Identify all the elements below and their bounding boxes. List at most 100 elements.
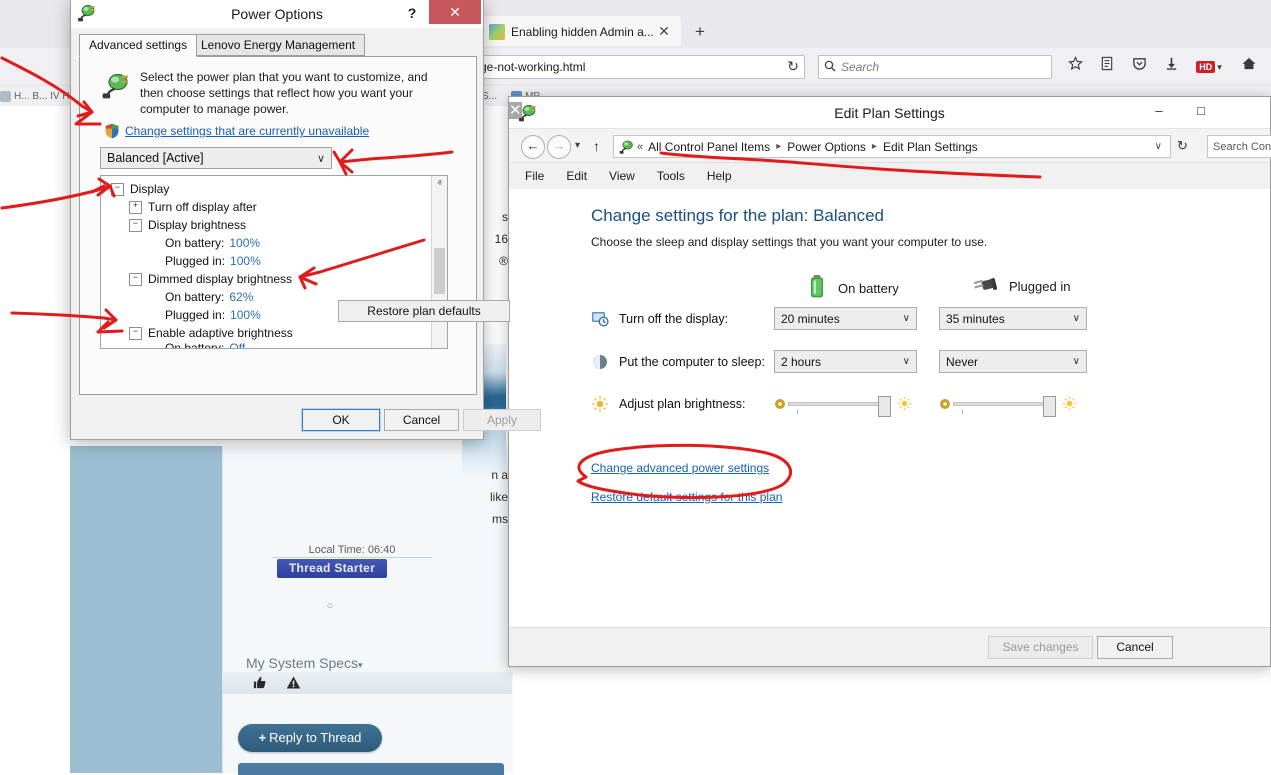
tab-lenovo-energy-management[interactable]: Lenovo Energy Management xyxy=(191,34,365,56)
close-button[interactable]: ✕ xyxy=(429,0,481,24)
turn-off-display-on-battery-dropdown[interactable]: 20 minutes ∨ xyxy=(774,307,917,330)
tree-expander-icon[interactable]: − xyxy=(129,219,142,232)
reply-to-thread-button[interactable]: + Reply to Thread xyxy=(238,724,382,752)
menu-item-view[interactable]: View xyxy=(609,169,635,183)
cancel-button[interactable]: Cancel xyxy=(384,409,459,431)
scroll-down-icon[interactable]: ⱟ xyxy=(432,332,447,348)
tree-node-adaptive-on-battery[interactable]: On battery: Off xyxy=(165,342,448,349)
minimize-button[interactable]: – xyxy=(1138,97,1180,125)
breadcrumb-item-edit-plan-settings[interactable]: Edit Plan Settings xyxy=(883,140,978,154)
tab-favicon-icon xyxy=(489,24,505,40)
tab-close-icon[interactable]: ✕ xyxy=(655,23,673,41)
browser-tab[interactable]: Enabling hidden Admin a... xyxy=(483,16,681,46)
tree-node-enable-adaptive-brightness[interactable]: − Enable adaptive brightness xyxy=(129,324,448,342)
brightness-slider-on-battery[interactable] xyxy=(774,396,912,411)
tree-node-label: Plugged in: xyxy=(165,254,225,268)
menu-item-help[interactable]: Help xyxy=(707,169,732,183)
refresh-icon[interactable]: ↻ xyxy=(1177,138,1188,154)
sleep-on-battery-dropdown[interactable]: 2 hours ∨ xyxy=(774,350,917,373)
tree-node-label: Display xyxy=(130,182,169,196)
star-icon[interactable] xyxy=(1064,56,1086,78)
save-changes-button[interactable]: Save changes xyxy=(988,636,1093,659)
tree-scrollbar-thumb[interactable] xyxy=(434,248,445,294)
breadcrumb-history-dropdown-icon[interactable]: ∨ xyxy=(1155,141,1166,152)
forward-button[interactable]: → xyxy=(547,135,571,159)
tree-node-value[interactable]: 100% xyxy=(229,236,260,250)
brightness-slider-plugged-in[interactable] xyxy=(939,396,1077,411)
change-settings-unavailable-link[interactable]: Change settings that are currently unava… xyxy=(125,124,369,138)
cancel-button[interactable]: Cancel xyxy=(1097,636,1173,659)
hd-badge-icon[interactable]: HD ▾ xyxy=(1192,56,1226,78)
dropdown-value: Never xyxy=(946,355,978,369)
tree-node-value[interactable]: 100% xyxy=(230,308,261,322)
breadcrumb-item-all-control-panel-items[interactable]: All Control Panel Items xyxy=(648,140,770,154)
brightness-sun-icon xyxy=(591,395,609,413)
page-fragment: ms xyxy=(462,508,508,530)
page-text-fragment-right: n a like ms xyxy=(462,464,512,534)
tree-node-display-brightness[interactable]: − Display brightness xyxy=(129,216,448,234)
restore-default-settings-link[interactable]: Restore default settings for this plan xyxy=(591,490,782,504)
tree-node-label: On battery: xyxy=(165,236,224,250)
url-bar[interactable]: ge-not-working.html xyxy=(475,55,805,79)
tree-node-turn-off-display-after[interactable]: + Turn off display after xyxy=(129,198,448,216)
tree-expander-icon[interactable]: + xyxy=(129,201,142,214)
breadcrumb-overflow-icon[interactable]: « xyxy=(637,141,643,153)
tree-node-display[interactable]: − Display xyxy=(111,180,441,198)
restore-plan-defaults-button[interactable]: Restore plan defaults xyxy=(338,300,510,322)
up-one-level-button[interactable]: ↑ xyxy=(593,138,600,154)
search-bar[interactable]: Search xyxy=(818,55,1052,79)
reload-icon[interactable]: ↻ xyxy=(783,57,803,77)
recent-locations-dropdown-icon[interactable]: ▾ xyxy=(575,140,580,151)
search-placeholder: Search xyxy=(841,60,879,74)
tree-node-value[interactable]: 62% xyxy=(229,290,253,304)
tab-advanced-settings[interactable]: Advanced settings xyxy=(79,34,197,57)
turn-off-display-plugged-in-dropdown[interactable]: 35 minutes ∨ xyxy=(939,307,1087,330)
breadcrumb-item-power-options[interactable]: Power Options xyxy=(787,140,866,154)
ok-button[interactable]: OK xyxy=(302,409,380,431)
control-panel-search-input[interactable]: Search Control ... xyxy=(1207,135,1271,158)
menu-item-file[interactable]: File xyxy=(525,169,544,183)
tree-expander-icon[interactable]: − xyxy=(129,327,142,340)
brightness-slider-track[interactable] xyxy=(788,402,890,406)
tree-scrollbar[interactable]: ⱏ ⱟ xyxy=(431,176,447,348)
scroll-up-icon[interactable]: ⱏ xyxy=(432,176,447,192)
help-button[interactable]: ? xyxy=(398,0,426,26)
page-left-rail xyxy=(70,446,222,773)
change-advanced-power-settings-link[interactable]: Change advanced power settings xyxy=(591,461,769,475)
thumbs-up-icon[interactable] xyxy=(252,675,267,693)
maximize-button[interactable]: □ xyxy=(1180,97,1222,125)
tree-node-label: Turn off display after xyxy=(148,200,257,214)
brightness-slider-thumb[interactable] xyxy=(1043,396,1056,417)
back-button[interactable]: ← xyxy=(521,135,545,159)
tree-expander-icon[interactable]: − xyxy=(129,273,142,286)
tree-node-display-brightness-plugged-in[interactable]: Plugged in: 100% xyxy=(165,252,448,270)
apply-button[interactable]: Apply xyxy=(463,409,541,431)
download-icon[interactable] xyxy=(1160,56,1182,78)
tree-node-value[interactable]: Off xyxy=(229,342,245,349)
dropdown-value: 2 hours xyxy=(781,355,821,369)
tree-node-display-brightness-on-battery[interactable]: On battery: 100% xyxy=(165,234,448,252)
po-hint-text: Select the power plan that you want to c… xyxy=(140,69,450,117)
new-tab-button[interactable]: + xyxy=(690,22,710,42)
advanced-settings-tree[interactable]: − Display + Turn off display after − Dis… xyxy=(100,175,448,349)
tree-node-label: Enable adaptive brightness xyxy=(148,326,293,340)
home-icon[interactable] xyxy=(1238,56,1260,78)
tree-expander-icon[interactable]: − xyxy=(111,183,124,196)
brightness-slider-thumb[interactable] xyxy=(878,396,891,417)
bookmark-item[interactable]: S... xyxy=(482,91,497,102)
pocket-icon[interactable] xyxy=(1128,56,1150,78)
reader-list-icon[interactable] xyxy=(1096,56,1118,78)
sleep-plugged-in-dropdown[interactable]: Never ∨ xyxy=(939,350,1087,373)
menu-item-edit[interactable]: Edit xyxy=(566,169,587,183)
warning-triangle-icon[interactable] xyxy=(286,675,301,693)
slider-tick xyxy=(962,409,963,414)
menu-item-tools[interactable]: Tools xyxy=(657,169,685,183)
breadcrumb[interactable]: « All Control Panel Items ▸ Power Option… xyxy=(613,135,1171,158)
brightness-slider-track[interactable] xyxy=(953,402,1055,406)
tree-node-value[interactable]: 100% xyxy=(230,254,261,268)
po-tab-strip: Advanced settings Lenovo Energy Manageme… xyxy=(79,34,477,56)
power-plan-dropdown[interactable]: Balanced [Active] ∨ xyxy=(100,147,332,169)
tree-node-dimmed-display-brightness[interactable]: − Dimmed display brightness xyxy=(129,270,448,288)
my-system-specs-link[interactable]: My System Specs▾ xyxy=(246,655,363,671)
power-plug-large-icon xyxy=(100,71,130,101)
